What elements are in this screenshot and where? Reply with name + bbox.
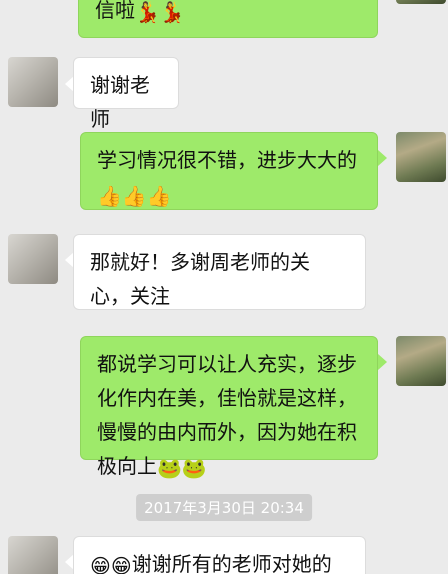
message-bubble-outgoing[interactable]: 都说学习可以让人充实，逐步化作内在美，佳怡就是这样，慢慢的由内而外，因为她在积极… — [80, 336, 378, 478]
message-text: 学习情况很不错，进步大大的 — [97, 148, 357, 172]
message-text: 都说学习可以让人充实，逐步化作内在美，佳怡就是这样，慢慢的由内而外，因为她在积极… — [97, 352, 357, 478]
frog-emoji: 🐸🐸 — [157, 455, 207, 480]
message-text: 谢谢老师 — [90, 73, 150, 131]
message-text: 谢谢所有的老师对她的 — [131, 552, 332, 574]
parent-avatar[interactable] — [396, 336, 446, 386]
teacher-avatar[interactable] — [8, 536, 58, 574]
message-timestamp: 2017年3月30日 20:34 — [136, 494, 312, 521]
message-bubble-incoming[interactable]: 那就好！多谢周老师的关心，关注 — [73, 234, 366, 310]
teacher-avatar[interactable] — [8, 234, 58, 284]
dancing-emoji: 💃💃 — [135, 0, 185, 24]
thumbs-up-emoji: 👍👍👍 — [97, 183, 172, 208]
message-bubble-outgoing[interactable]: 信啦💃💃 — [78, 0, 378, 38]
message-text: 那就好！多谢周老师的关心，关注 — [90, 250, 310, 308]
chat-conversation[interactable]: 信啦💃💃 谢谢老师 学习情况很不错，进步大大的 👍👍👍 那就好！多谢周老师的关心，… — [0, 0, 448, 574]
parent-avatar[interactable] — [396, 0, 446, 4]
message-bubble-incoming[interactable]: 谢谢老师 — [73, 57, 179, 131]
message-bubble-incoming[interactable]: 😁😁谢谢所有的老师对她的 — [73, 536, 366, 574]
parent-avatar[interactable] — [396, 132, 446, 182]
grinning-emoji: 😁😁 — [90, 553, 132, 574]
message-text: 信啦 — [95, 0, 135, 22]
teacher-avatar[interactable] — [8, 57, 58, 107]
message-bubble-outgoing[interactable]: 学习情况很不错，进步大大的 👍👍👍 — [80, 132, 378, 210]
